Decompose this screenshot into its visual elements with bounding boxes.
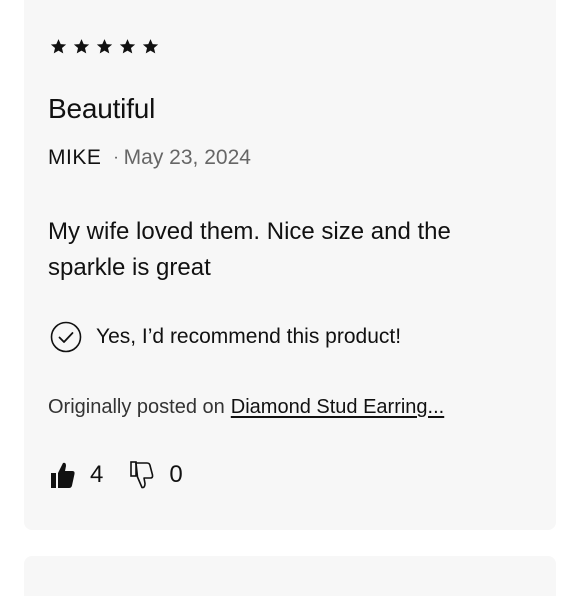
review-title: Beautiful	[48, 93, 156, 124]
star-icon	[96, 39, 113, 54]
check-circle-icon	[50, 321, 82, 353]
review-meta: MIKE · May 23, 2024	[48, 146, 251, 170]
origin-product-link[interactable]: Diamond Stud Earring...	[231, 396, 444, 418]
next-review-card	[24, 556, 556, 596]
star-icon	[73, 39, 90, 54]
recommendation: Yes, I’d recommend this product!	[50, 321, 401, 353]
origin-prefix: Originally posted on	[48, 396, 225, 418]
helpful-count: 4	[90, 461, 104, 488]
helpfulness-votes: 4 0	[50, 460, 183, 490]
star-icon	[119, 39, 136, 54]
meta-separator: ·	[113, 149, 119, 166]
recommendation-text: Yes, I’d recommend this product!	[96, 325, 402, 348]
origin-line: Originally posted on Diamond Stud Earring…	[48, 396, 444, 419]
review-card: Beautiful MIKE · May 23, 2024 My wife lo…	[24, 0, 556, 530]
review-body: My wife loved them. Nice size and the sp…	[48, 218, 451, 281]
review-date: May 23, 2024	[123, 146, 251, 169]
star-icon	[50, 39, 67, 54]
rating-stars	[50, 38, 159, 55]
helpful-button[interactable]: 4	[50, 460, 103, 490]
thumbs-down-icon	[130, 461, 154, 489]
star-icon	[142, 39, 159, 54]
unhelpful-count: 0	[169, 461, 183, 488]
review-author: MIKE	[48, 146, 102, 169]
thumbs-up-icon	[51, 462, 75, 488]
unhelpful-button[interactable]: 0	[129, 460, 183, 490]
